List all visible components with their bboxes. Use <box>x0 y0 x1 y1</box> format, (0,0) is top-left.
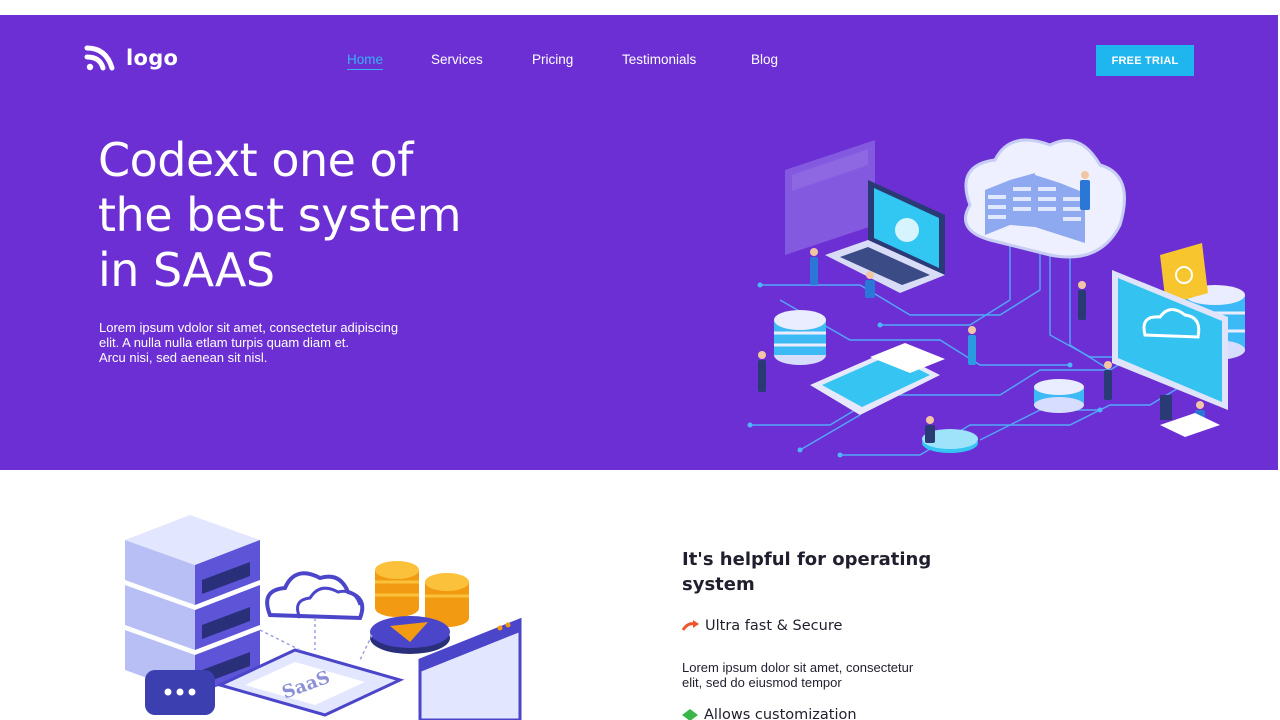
code-panel-graphic <box>785 140 875 255</box>
hero-text-line: elit. A nulla nulla etlam turpis quam di… <box>99 335 350 350</box>
nav-testimonials[interactable]: Testimonials <box>622 52 696 67</box>
chat-bubble-icon <box>145 670 215 715</box>
hero-text-line: Arcu nisi, sed aenean sit nisl. <box>99 350 268 365</box>
server-rack-graphic <box>125 515 260 695</box>
features-text-line: elit, sed do eiusmod tempor <box>682 675 842 690</box>
feature-label: Allows customization <box>704 707 857 720</box>
features-description: Lorem ipsum dolor sit amet, consectetur … <box>682 660 972 690</box>
database-small-graphic <box>1034 379 1084 413</box>
feature-item-fast-secure: Ultra fast & Secure <box>682 618 842 634</box>
nav-home[interactable]: Home <box>347 52 384 70</box>
features-title-line: It's helpful for operating <box>682 549 932 570</box>
free-trial-button[interactable]: FREE TRIAL <box>1096 45 1194 76</box>
database-graphic <box>774 310 826 365</box>
hero-description: Lorem ipsum vdolor sit amet, consectetur… <box>99 320 479 365</box>
top-strip <box>0 0 1280 15</box>
play-icon <box>370 616 450 654</box>
hero-section: logo Home Services Pricing Testimonials … <box>0 15 1278 470</box>
hero-title: Codext one of the best system in SAAS <box>98 133 658 298</box>
features-title: It's helpful for operating system <box>682 547 982 597</box>
features-text-line: Lorem ipsum dolor sit amet, consectetur <box>682 660 914 675</box>
hero-text-line: Lorem ipsum vdolor sit amet, consectetur… <box>99 320 399 335</box>
hero-title-line: the best system <box>98 188 462 242</box>
saas-illustration: SaaS <box>125 515 522 720</box>
hero-title-line: Codext one of <box>98 133 413 187</box>
features-title-line: system <box>682 574 755 595</box>
main-nav: Home Services Pricing Testimonials Blog <box>0 52 1278 72</box>
features-section: SaaS It's helpful for operating system U… <box>0 470 1280 720</box>
nav-pricing[interactable]: Pricing <box>532 52 573 67</box>
diamond-icon <box>682 709 698 720</box>
cloud-graphic <box>964 138 1126 259</box>
cloud-icon <box>265 571 365 621</box>
hero-title-line: in SAAS <box>98 243 275 297</box>
cloud-network-illustration <box>747 138 1245 458</box>
feature-item-customization: Allows customization <box>682 707 857 720</box>
nav-services[interactable]: Services <box>431 52 483 67</box>
nav-blog[interactable]: Blog <box>751 52 778 67</box>
arrow-icon <box>682 620 699 631</box>
feature-label: Ultra fast & Secure <box>705 618 843 634</box>
